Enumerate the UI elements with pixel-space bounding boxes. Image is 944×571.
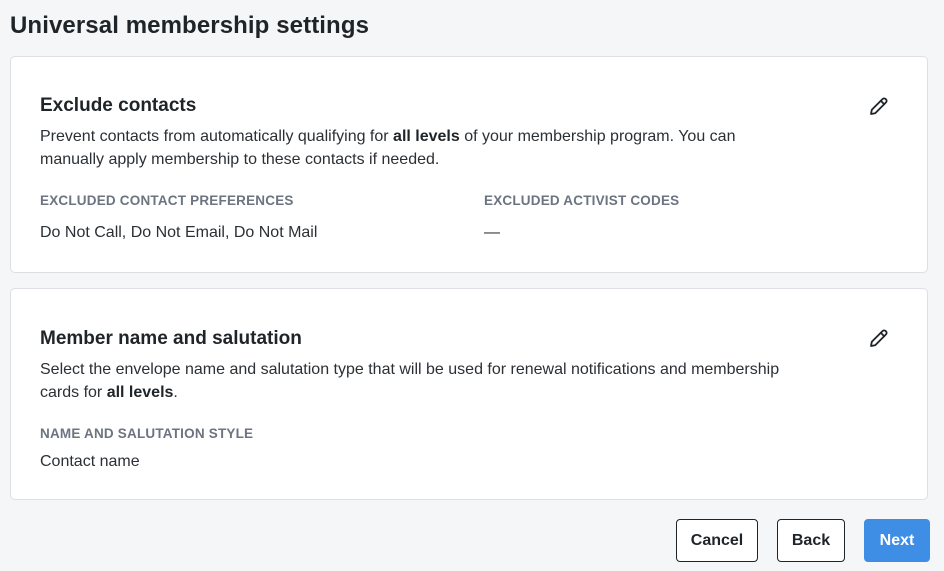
salutation-style-value: Contact name <box>40 453 140 470</box>
member-name-card: Member name and salutation Select the en… <box>10 288 928 500</box>
cancel-button[interactable]: Cancel <box>676 519 758 562</box>
edit-member-name-button[interactable] <box>867 326 891 350</box>
pencil-icon <box>870 97 888 115</box>
exclude-contacts-title: Exclude contacts <box>40 95 197 116</box>
member-name-description: Select the envelope name and salutation … <box>40 361 780 401</box>
next-button[interactable]: Next <box>864 519 930 562</box>
back-button[interactable]: Back <box>777 519 845 562</box>
salutation-style-label: NAME AND SALUTATION STYLE <box>40 426 254 441</box>
all-levels-emphasis: all levels <box>393 128 460 145</box>
excluded-activist-codes-value: — <box>484 224 500 241</box>
excluded-preferences-value: Do Not Call, Do Not Email, Do Not Mail <box>40 224 318 241</box>
all-levels-emphasis: all levels <box>106 384 174 401</box>
page-title: Universal membership settings <box>10 12 370 39</box>
edit-exclude-contacts-button[interactable] <box>867 94 891 118</box>
excluded-activist-codes-label: EXCLUDED ACTIVIST CODES <box>484 193 680 208</box>
pencil-icon <box>870 329 888 347</box>
exclude-contacts-card: Exclude contacts Prevent contacts from a… <box>10 56 928 273</box>
member-name-title: Member name and salutation <box>40 328 302 349</box>
excluded-preferences-label: EXCLUDED CONTACT PREFERENCES <box>40 193 294 208</box>
exclude-contacts-description: Prevent contacts from automatically qual… <box>40 128 736 168</box>
